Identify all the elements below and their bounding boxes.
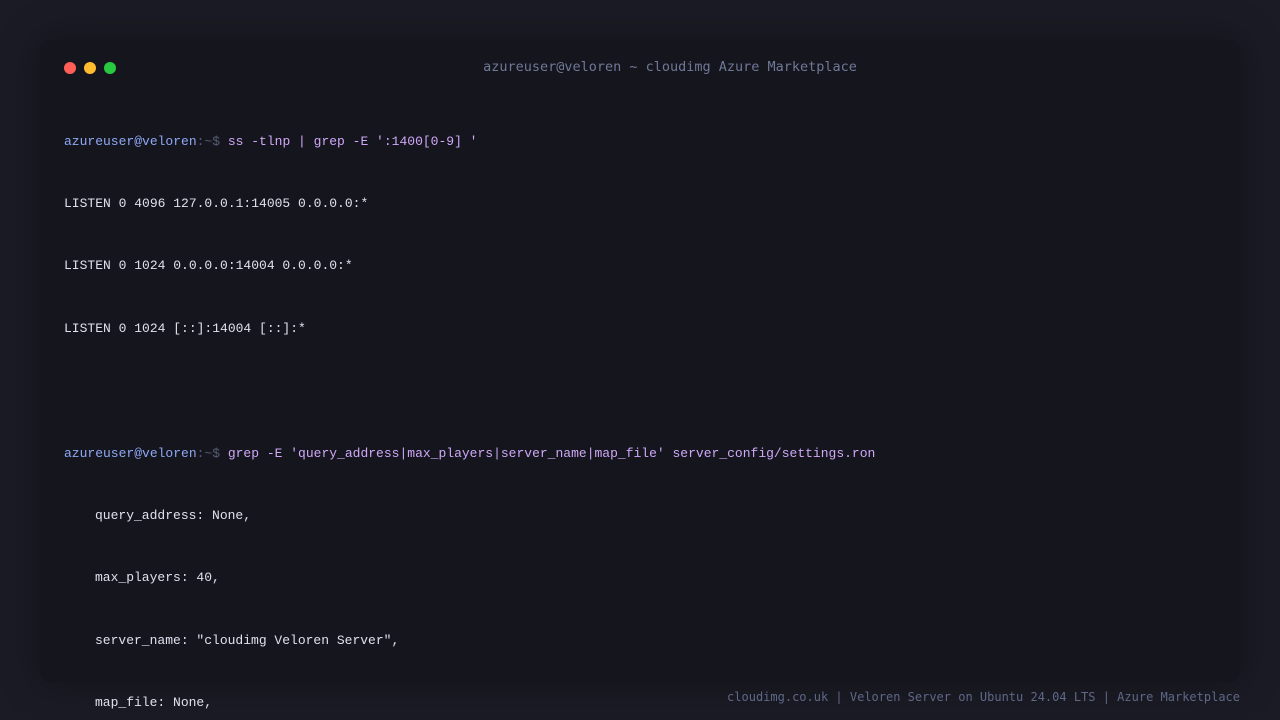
output-line: max_players: 40, [95,570,220,586]
output-line: LISTEN 0 1024 0.0.0.0:14004 0.0.0.0:* [64,258,353,274]
output-line: LISTEN 0 1024 [::]:14004 [::]:* [64,320,306,336]
window-title: azureuser@veloren ~ cloudimg Azure Marke… [483,59,857,75]
command-line: azureuser@veloren:~$ grep -E 'query_addr… [64,444,1214,465]
command-text: grep -E 'query_address|max_players|serve… [220,445,876,461]
output-line: LISTEN 0 4096 127.0.0.1:14005 0.0.0.0:* [64,195,369,211]
prompt-path: :~$ [196,445,221,461]
prompt-path: :~$ [196,133,221,149]
command-text: ss -tlnp | grep -E ':1400[0-9] ' [220,133,478,149]
command-line: azureuser@veloren:~$ ss -tlnp | grep -E … [64,132,1214,153]
terminal-window: azureuser@veloren ~ cloudimg Azure Marke… [40,40,1240,710]
prompt-user: azureuser@veloren [64,133,197,149]
title-bar[interactable]: azureuser@veloren ~ cloudimg Azure Marke… [40,54,1240,82]
output-line: query_address: None, [95,507,252,523]
footer-caption: cloudimg.co.uk | Veloren Server on Ubunt… [727,690,1240,704]
prompt-user: azureuser@veloren [64,445,197,461]
output-line: server_name: "cloudimg Veloren Server", [95,632,400,648]
terminal-output[interactable]: azureuser@veloren:~$ ss -tlnp | grep -E … [64,90,1214,720]
